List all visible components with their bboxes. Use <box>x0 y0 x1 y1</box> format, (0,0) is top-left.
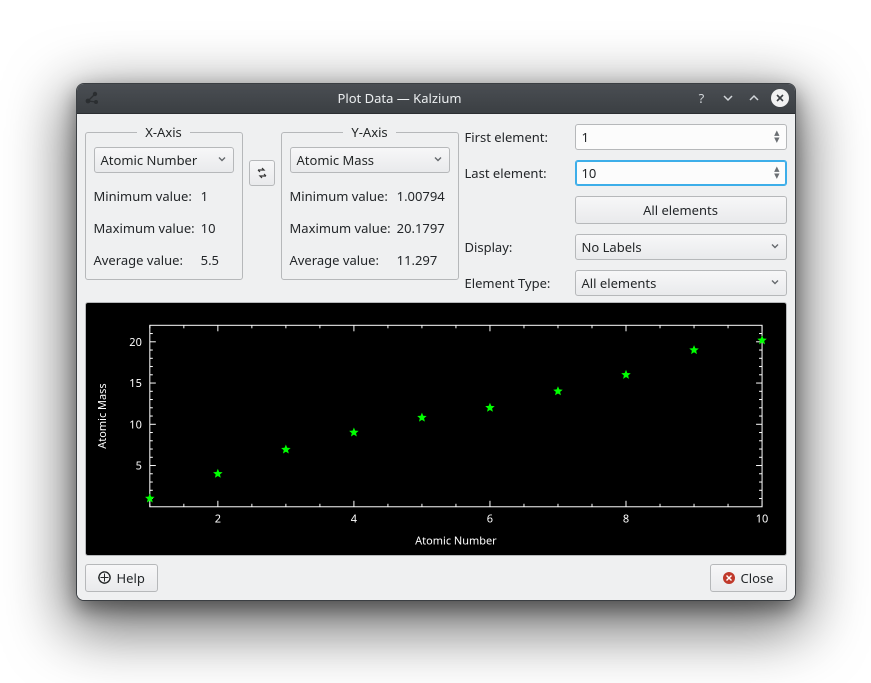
svg-text:10: 10 <box>755 511 768 526</box>
all-elements-button-label: All elements <box>643 201 718 219</box>
close-button-label: Close <box>741 569 774 587</box>
swap-column <box>249 122 275 186</box>
first-element-spinbox[interactable]: 1 ▲▼ <box>575 124 787 150</box>
swap-axes-button[interactable] <box>249 160 275 186</box>
x-avg-value: 5.5 <box>201 251 234 269</box>
y-avg-value: 11.297 <box>397 251 450 269</box>
chevron-down-icon <box>217 153 227 167</box>
dialog-footer: Help Close <box>85 564 787 592</box>
window-title: Plot Data — Kalzium <box>107 89 693 107</box>
element-range-form: First element: 1 ▲▼ Last element: 10 ▲▼ … <box>465 124 787 296</box>
svg-text:8: 8 <box>622 511 628 526</box>
last-element-spinbox[interactable]: 10 ▲▼ <box>575 160 787 186</box>
close-button[interactable]: Close <box>710 564 787 592</box>
chevron-down-icon <box>770 240 780 254</box>
svg-text:Atomic Mass: Atomic Mass <box>94 383 109 448</box>
x-max-value: 10 <box>201 219 234 237</box>
y-min-label: Minimum value: <box>290 187 391 205</box>
dialog-window: Plot Data — Kalzium ? X-Axis Atomic Numb… <box>76 83 796 601</box>
x-axis-combo[interactable]: Atomic Number <box>94 147 234 173</box>
close-icon <box>723 572 735 584</box>
x-min-label: Minimum value: <box>94 187 195 205</box>
y-axis-combo[interactable]: Atomic Mass <box>290 147 450 173</box>
x-avg-label: Average value: <box>94 251 195 269</box>
x-axis-stats: Minimum value: 1 Maximum value: 10 Avera… <box>94 187 234 269</box>
help-button-label: Help <box>117 569 145 587</box>
x-min-value: 1 <box>201 187 234 205</box>
y-avg-label: Average value: <box>290 251 391 269</box>
svg-text:2: 2 <box>214 511 220 526</box>
x-max-label: Maximum value: <box>94 219 195 237</box>
svg-text:6: 6 <box>486 511 492 526</box>
last-element-label: Last element: <box>465 164 569 182</box>
y-axis-groupbox: Y-Axis Atomic Mass Minimum value: 1.0079… <box>281 132 459 280</box>
y-axis-combo-value: Atomic Mass <box>297 151 375 169</box>
chevron-down-icon <box>433 153 443 167</box>
display-combo[interactable]: No Labels <box>575 234 787 260</box>
svg-text:5: 5 <box>135 458 141 473</box>
swap-icon <box>255 166 269 180</box>
app-icon <box>83 89 101 107</box>
maximize-button[interactable] <box>745 89 763 107</box>
y-axis-stats: Minimum value: 1.00794 Maximum value: 20… <box>290 187 450 269</box>
titlebar: Plot Data — Kalzium ? <box>77 84 795 114</box>
spin-arrows-icon: ▲▼ <box>774 166 779 180</box>
svg-text:4: 4 <box>350 511 357 526</box>
help-button[interactable]: Help <box>85 564 158 592</box>
minimize-button[interactable] <box>719 89 737 107</box>
all-elements-button[interactable]: All elements <box>575 196 787 224</box>
help-icon <box>98 571 111 584</box>
y-axis-title: Y-Axis <box>343 123 395 141</box>
y-min-value: 1.00794 <box>397 187 450 205</box>
y-max-label: Maximum value: <box>290 219 391 237</box>
svg-text:20: 20 <box>129 334 142 349</box>
x-axis-groupbox: X-Axis Atomic Number Minimum value: 1 Ma… <box>85 132 243 280</box>
top-controls-row: X-Axis Atomic Number Minimum value: 1 Ma… <box>85 122 787 296</box>
scatter-plot: 5 10 15 20 2 4 6 8 10 Atomic Number Atomic Mass <box>90 307 782 551</box>
chevron-down-icon <box>770 276 780 290</box>
display-combo-value: No Labels <box>582 238 642 256</box>
svg-text:15: 15 <box>129 376 142 391</box>
spin-arrows-icon: ▲▼ <box>774 130 779 144</box>
help-titlebar-button[interactable]: ? <box>693 89 711 107</box>
element-type-label: Element Type: <box>465 274 569 292</box>
first-element-value: 1 <box>582 128 589 146</box>
x-axis-combo-value: Atomic Number <box>101 151 198 169</box>
svg-text:Atomic Number: Atomic Number <box>415 533 497 548</box>
first-element-label: First element: <box>465 128 569 146</box>
x-axis-title: X-Axis <box>137 123 190 141</box>
window-controls: ? <box>693 89 789 107</box>
display-label: Display: <box>465 238 569 256</box>
element-type-combo[interactable]: All elements <box>575 270 787 296</box>
y-max-value: 20.1797 <box>397 219 450 237</box>
dialog-content: X-Axis Atomic Number Minimum value: 1 Ma… <box>77 114 795 600</box>
svg-text:10: 10 <box>129 417 142 432</box>
plot-panel: 5 10 15 20 2 4 6 8 10 Atomic Number Atomic Mass <box>85 302 787 556</box>
last-element-value: 10 <box>582 164 597 182</box>
element-type-combo-value: All elements <box>582 274 657 292</box>
close-window-button[interactable] <box>771 89 789 107</box>
